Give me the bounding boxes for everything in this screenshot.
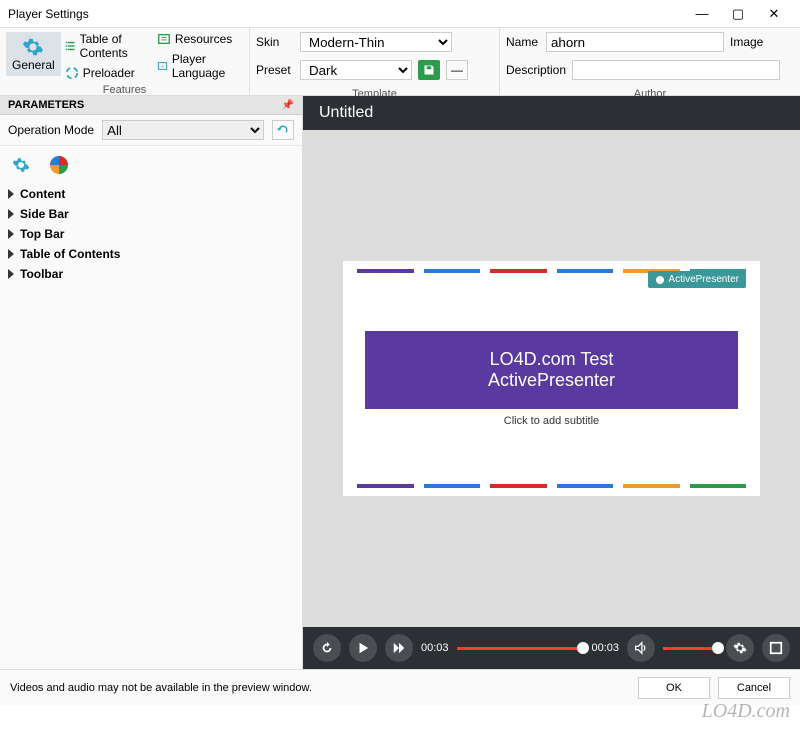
play-button[interactable] xyxy=(349,634,377,662)
color-chart-icon[interactable] xyxy=(50,156,68,174)
general-label: General xyxy=(12,58,55,72)
fullscreen-button[interactable] xyxy=(762,634,790,662)
author-name-field[interactable] xyxy=(546,32,724,52)
ribbon: General Table of Contents Preloader Reso… xyxy=(0,28,800,96)
operation-mode-label: Operation Mode xyxy=(8,123,94,137)
volume-button[interactable] xyxy=(627,634,655,662)
slide-subtitle[interactable]: Click to add subtitle xyxy=(357,415,746,427)
replay-button[interactable] xyxy=(313,634,341,662)
caret-icon xyxy=(8,189,14,199)
volume-slider[interactable] xyxy=(663,647,718,650)
preview-title: Untitled xyxy=(303,96,800,130)
panel-toolbar xyxy=(0,146,302,184)
list-icon xyxy=(65,39,76,53)
slide: ActivePresenter LO4D.com Test ActivePres… xyxy=(343,261,760,496)
caret-icon xyxy=(8,209,14,219)
footer: Videos and audio may not be available in… xyxy=(0,669,800,705)
image-label: Image xyxy=(730,35,763,49)
preview-canvas: ActivePresenter LO4D.com Test ActivePres… xyxy=(303,130,800,627)
save-preset-button[interactable] xyxy=(418,60,440,80)
skin-select[interactable]: Modern-Thin xyxy=(300,32,452,52)
resources-icon xyxy=(157,32,171,46)
toc-button[interactable]: Table of Contents xyxy=(65,32,153,60)
activepresenter-badge: ActivePresenter xyxy=(648,271,746,288)
preset-label: Preset xyxy=(256,63,294,77)
refresh-icon xyxy=(277,124,289,136)
gear-icon xyxy=(733,641,747,655)
play-icon xyxy=(356,641,370,655)
parameters-panel: PARAMETERS 📌 Operation Mode All Content … xyxy=(0,96,303,669)
ok-button[interactable]: OK xyxy=(638,677,710,699)
settings-button[interactable] xyxy=(726,634,754,662)
player-language-button[interactable]: A Player Language xyxy=(157,52,243,80)
preloader-button[interactable]: Preloader xyxy=(65,66,153,80)
close-button[interactable]: ✕ xyxy=(756,2,792,26)
caret-icon xyxy=(8,229,14,239)
remove-preset-button[interactable]: — xyxy=(446,60,468,80)
general-button[interactable]: General xyxy=(6,32,61,76)
gear-icon xyxy=(22,36,44,58)
record-icon xyxy=(655,275,665,285)
tree-item-topbar[interactable]: Top Bar xyxy=(8,224,294,244)
volume-icon xyxy=(634,641,648,655)
title-bar: Player Settings — ▢ ✕ xyxy=(0,0,800,28)
pin-icon[interactable]: 📌 xyxy=(282,100,294,111)
resources-button[interactable]: Resources xyxy=(157,32,243,46)
author-desc-field[interactable] xyxy=(572,60,780,80)
refresh-button[interactable] xyxy=(272,120,294,140)
fullscreen-icon xyxy=(769,641,783,655)
maximize-button[interactable]: ▢ xyxy=(720,2,756,26)
gear-settings-icon[interactable] xyxy=(12,156,30,174)
tree-item-toc[interactable]: Table of Contents xyxy=(8,244,294,264)
replay-icon xyxy=(320,641,334,655)
cancel-button[interactable]: Cancel xyxy=(718,677,790,699)
preview-pane: Untitled ActivePresenter LO4D.com Test A… xyxy=(303,96,800,669)
caret-icon xyxy=(8,249,14,259)
operation-mode-select[interactable]: All xyxy=(102,120,264,140)
progress-bar[interactable] xyxy=(457,647,584,650)
total-time: 00:03 xyxy=(591,642,619,654)
main-area: PARAMETERS 📌 Operation Mode All Content … xyxy=(0,96,800,669)
skin-label: Skin xyxy=(256,35,294,49)
window-title: Player Settings xyxy=(8,7,684,21)
slide-title: LO4D.com Test ActivePresenter xyxy=(365,331,738,409)
language-icon: A xyxy=(157,59,168,73)
preset-select[interactable]: Dark xyxy=(300,60,412,80)
spinner-icon xyxy=(65,66,79,80)
bottom-colorbar xyxy=(357,484,746,488)
slide-body: LO4D.com Test ActivePresenter Click to a… xyxy=(357,331,746,427)
parameters-header: PARAMETERS 📌 xyxy=(0,96,302,115)
caret-icon xyxy=(8,269,14,279)
save-icon xyxy=(423,64,435,76)
elapsed-time: 00:03 xyxy=(421,642,449,654)
playbar: 00:03 00:03 xyxy=(303,627,800,669)
forward-icon xyxy=(392,641,406,655)
tree-item-content[interactable]: Content xyxy=(8,184,294,204)
fast-forward-button[interactable] xyxy=(385,634,413,662)
parameters-tree: Content Side Bar Top Bar Table of Conten… xyxy=(0,184,302,284)
tree-item-toolbar[interactable]: Toolbar xyxy=(8,264,294,284)
status-text: Videos and audio may not be available in… xyxy=(10,682,630,694)
name-label: Name xyxy=(506,35,540,49)
minimize-button[interactable]: — xyxy=(684,2,720,26)
desc-label: Description xyxy=(506,63,566,77)
tree-item-sidebar[interactable]: Side Bar xyxy=(8,204,294,224)
